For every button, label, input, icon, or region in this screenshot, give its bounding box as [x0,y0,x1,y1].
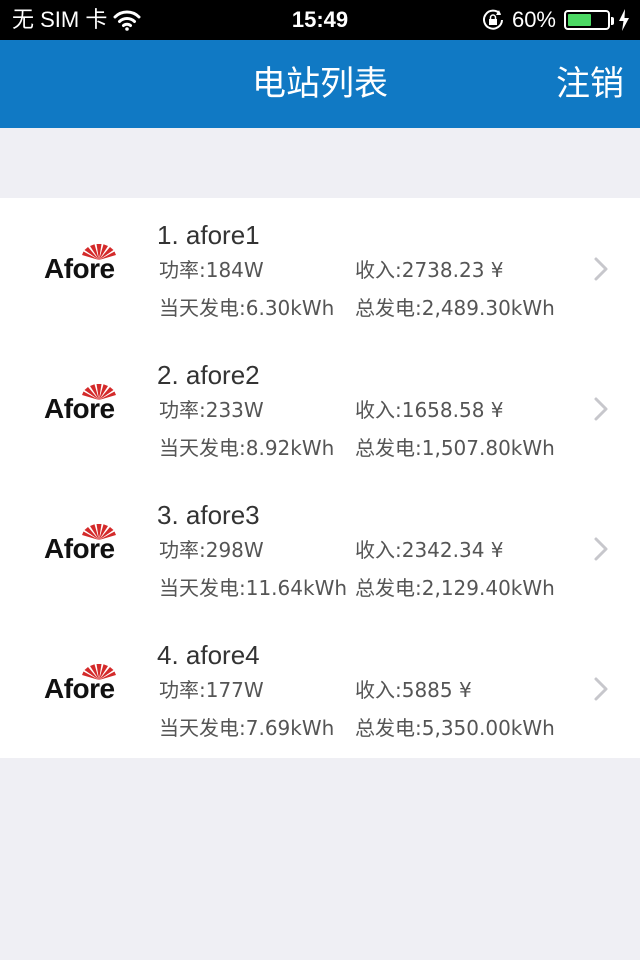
status-bar: 无 SIM 卡 15:49 60% [0,0,640,40]
afore-logo: Afore [44,382,120,424]
station-row-2[interactable]: Afore 2. afore2 功率:233W 收入:1658.58 ¥ 当天发… [0,338,640,478]
station-power: 功率:177W [159,678,264,702]
status-right: 60% [482,7,630,33]
afore-logo: Afore [44,242,120,284]
station-name: 3. afore3 [157,500,260,530]
station-income: 收入:1658.58 ¥ [355,398,504,422]
station-name: 1. afore1 [157,220,260,250]
chevron-right-icon [594,537,608,561]
station-today-energy: 当天发电:8.92kWh [159,436,335,460]
station-power: 功率:233W [159,398,264,422]
chevron-right-icon [594,397,608,421]
battery-nub [611,17,614,25]
chevron-right-icon [594,677,608,701]
station-today-energy: 当天发电:7.69kWh [159,716,335,740]
logo-text: Afore [44,673,115,704]
station-power: 功率:184W [159,258,264,282]
station-row-1[interactable]: Afore 1. afore1 功率:184W 收入:2738.23 ¥ 当天发… [0,198,640,338]
station-income: 收入:2342.34 ¥ [355,538,504,562]
station-income: 收入:5885 ¥ [355,678,472,702]
logo-text: Afore [44,533,115,564]
station-row-4[interactable]: Afore 4. afore4 功率:177W 收入:5885 ¥ 当天发电:7… [0,618,640,758]
station-name: 2. afore2 [157,360,260,390]
station-total-energy: 总发电:1,507.80kWh [355,436,555,460]
station-power: 功率:298W [159,538,264,562]
chevron-right-icon [594,257,608,281]
station-row-3[interactable]: Afore 3. afore3 功率:298W 收入:2342.34 ¥ 当天发… [0,478,640,618]
battery-fill [568,14,591,26]
logo-text: Afore [44,393,115,424]
battery-percent: 60% [511,7,556,32]
station-total-energy: 总发电:2,489.30kWh [355,296,555,320]
afore-logo: Afore [44,522,120,564]
station-today-energy: 当天发电:6.30kWh [159,296,335,320]
logout-button[interactable]: 注销 [556,64,624,104]
charging-bolt-icon [619,9,629,31]
station-total-energy: 总发电:2,129.40kWh [355,576,555,600]
station-total-energy: 总发电:5,350.00kWh [355,716,555,740]
logo-text: Afore [44,253,115,284]
afore-logo: Afore [44,662,120,704]
station-income: 收入:2738.23 ¥ [355,258,504,282]
station-list: Afore 1. afore1 功率:184W 收入:2738.23 ¥ 当天发… [0,198,640,758]
station-today-energy: 当天发电:11.64kWh [159,576,348,600]
page-title: 电站列表 [252,64,388,104]
battery-icon [564,10,614,30]
station-name: 4. afore4 [157,640,260,670]
navigation-bar: 电站列表 注销 [0,40,640,128]
rotation-lock-icon [482,9,503,30]
